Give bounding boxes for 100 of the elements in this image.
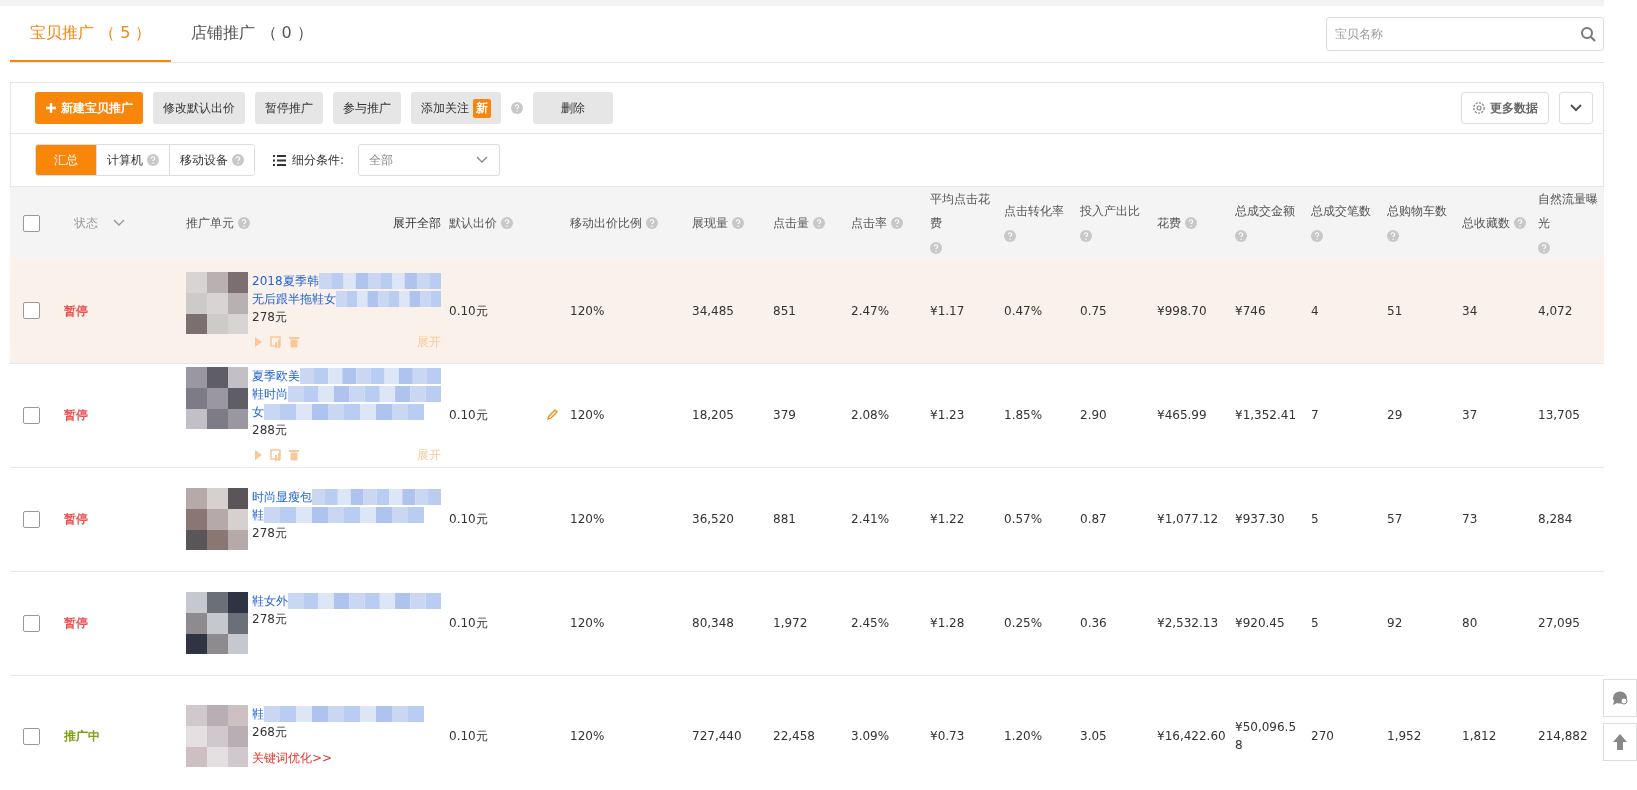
toolbar-button[interactable]: 删除	[533, 92, 613, 124]
status-text: 暂停	[64, 408, 88, 422]
side-button[interactable]	[1603, 679, 1637, 717]
product-title[interactable]: 鞋时尚	[252, 385, 288, 403]
status-text: 暂停	[64, 512, 88, 526]
product-title[interactable]: 鞋	[252, 506, 264, 524]
table-cell: 80,348	[692, 616, 734, 630]
product-title[interactable]: 鞋女外	[252, 592, 288, 610]
table-cell: ¥50,096.58	[1235, 720, 1297, 752]
chevron-down-icon[interactable]	[112, 218, 126, 228]
trash-icon[interactable]	[288, 449, 300, 461]
search-field[interactable]: 宝贝名称	[1326, 17, 1604, 51]
segment-tab[interactable]: 移动设备	[169, 145, 254, 175]
column-header: 总成交金额	[1235, 203, 1295, 221]
table-cell: 27,095	[1538, 616, 1580, 630]
table-cell: ¥16,422.60	[1157, 729, 1226, 743]
table-cell: ¥0.73	[930, 729, 965, 743]
more-data-button[interactable]: 更多数据	[1461, 92, 1549, 124]
column-header: 推广单元	[186, 215, 234, 232]
table-cell: 0.25%	[1004, 616, 1043, 630]
column-header: 点击量	[773, 215, 809, 233]
table-cell-text: 0.10元	[449, 615, 488, 632]
table-cell: 379	[773, 408, 796, 422]
row-checkbox[interactable]	[23, 406, 40, 424]
row-checkbox[interactable]	[23, 614, 40, 632]
product-price: 278元	[252, 308, 288, 326]
toolbar-button[interactable]: 修改默认出价	[153, 92, 245, 124]
product-title[interactable]: 夏季欧美	[252, 367, 300, 385]
table-cell: 37	[1462, 408, 1478, 422]
settings-icon	[1472, 101, 1486, 115]
row-checkbox[interactable]	[23, 510, 40, 528]
table-cell-text: 0.10元	[449, 511, 488, 528]
table-cell: 120%	[570, 729, 605, 743]
table-cell: 2.08%	[851, 408, 890, 422]
table-cell: 1.85%	[1004, 408, 1043, 422]
keyword-optimize-link[interactable]: 关键词优化>>	[252, 749, 441, 767]
search-icon[interactable]	[1580, 26, 1596, 42]
table-cell: 727,440	[692, 729, 742, 743]
table-cell: ¥998.70	[1157, 303, 1207, 318]
toolbar-button[interactable]: 暂停推广	[255, 92, 323, 124]
table-cell: 0.47%	[1004, 303, 1043, 318]
product-title[interactable]: 女	[252, 403, 264, 421]
row-checkbox[interactable]	[23, 727, 40, 745]
column-header: 展现量	[692, 215, 728, 233]
table-cell: 1,952	[1387, 729, 1422, 743]
table-cell-text: 0.10元	[449, 302, 488, 320]
pencil-icon[interactable]	[546, 409, 558, 421]
product-price: 278元	[252, 525, 288, 542]
table-cell: 0.75	[1080, 303, 1107, 318]
status-text: 推广中	[64, 729, 100, 743]
table-cell: 2.41%	[851, 512, 890, 526]
column-header: 默认出价	[449, 215, 497, 233]
product-title[interactable]: 时尚显瘦包	[252, 488, 312, 506]
table-cell: 4	[1311, 303, 1319, 318]
table-cell: ¥937.30	[1235, 512, 1285, 526]
table-cell: 34	[1462, 303, 1478, 318]
table-cell: 13,705	[1538, 408, 1580, 422]
table-cell: 0.57%	[1004, 512, 1043, 526]
table-cell: 2.90	[1080, 408, 1107, 422]
table-cell: 120%	[570, 512, 605, 526]
column-header: 平均点击花费	[930, 191, 991, 232]
column-header: 投入产出比	[1080, 203, 1140, 221]
table-cell: 22,458	[773, 729, 815, 743]
table-cell: 0.87	[1080, 512, 1107, 526]
table-cell: ¥746	[1235, 303, 1266, 318]
table-cell: 29	[1387, 408, 1403, 422]
product-title[interactable]: 鞋	[252, 705, 264, 723]
table-cell: 5	[1311, 616, 1319, 630]
table-cell: 214,882	[1538, 729, 1588, 743]
toolbar-button[interactable]: 添加关注 新	[411, 92, 501, 124]
table-cell: 2.45%	[851, 616, 890, 630]
chart-icon[interactable]	[270, 449, 282, 461]
table-cell: ¥1,352.41	[1235, 408, 1297, 422]
table-cell: 51	[1387, 303, 1403, 318]
select-all-checkbox[interactable]	[23, 214, 40, 232]
table-cell: 92	[1387, 616, 1403, 630]
table-cell: ¥1.22	[930, 512, 965, 526]
toolbar-button[interactable]: 参与推广	[333, 92, 401, 124]
column-header: 点击转化率	[1004, 203, 1064, 221]
table-cell: ¥920.45	[1235, 616, 1285, 630]
product-price: 288元	[252, 422, 288, 439]
product-title[interactable]: 无后跟半拖鞋女	[252, 289, 336, 308]
chat-bubble-icon	[1611, 689, 1629, 707]
table-cell: 1.20%	[1004, 729, 1043, 743]
table-cell: 3.05	[1080, 729, 1107, 743]
tab[interactable]: 店铺推广 （ 0 ）	[171, 6, 333, 62]
table-cell: 1,812	[1462, 729, 1497, 743]
table-cell: 270	[1311, 729, 1334, 743]
filter-dropdown[interactable]: 全部	[358, 144, 501, 176]
collapse-button[interactable]	[1559, 92, 1593, 124]
column-header: 移动出价比例	[570, 215, 642, 233]
table-cell: 8,284	[1538, 512, 1573, 526]
table-cell: 57	[1387, 512, 1403, 526]
back-to-top-button[interactable]	[1603, 723, 1637, 761]
product-title[interactable]: 2018夏季韩	[252, 271, 319, 290]
table-cell: ¥1.28	[930, 616, 965, 630]
row-checkbox[interactable]	[23, 302, 40, 320]
play-icon[interactable]	[252, 449, 264, 461]
table-cell-text: 0.10元	[449, 407, 488, 424]
expand-all-link[interactable]: 展开全部	[393, 211, 441, 235]
